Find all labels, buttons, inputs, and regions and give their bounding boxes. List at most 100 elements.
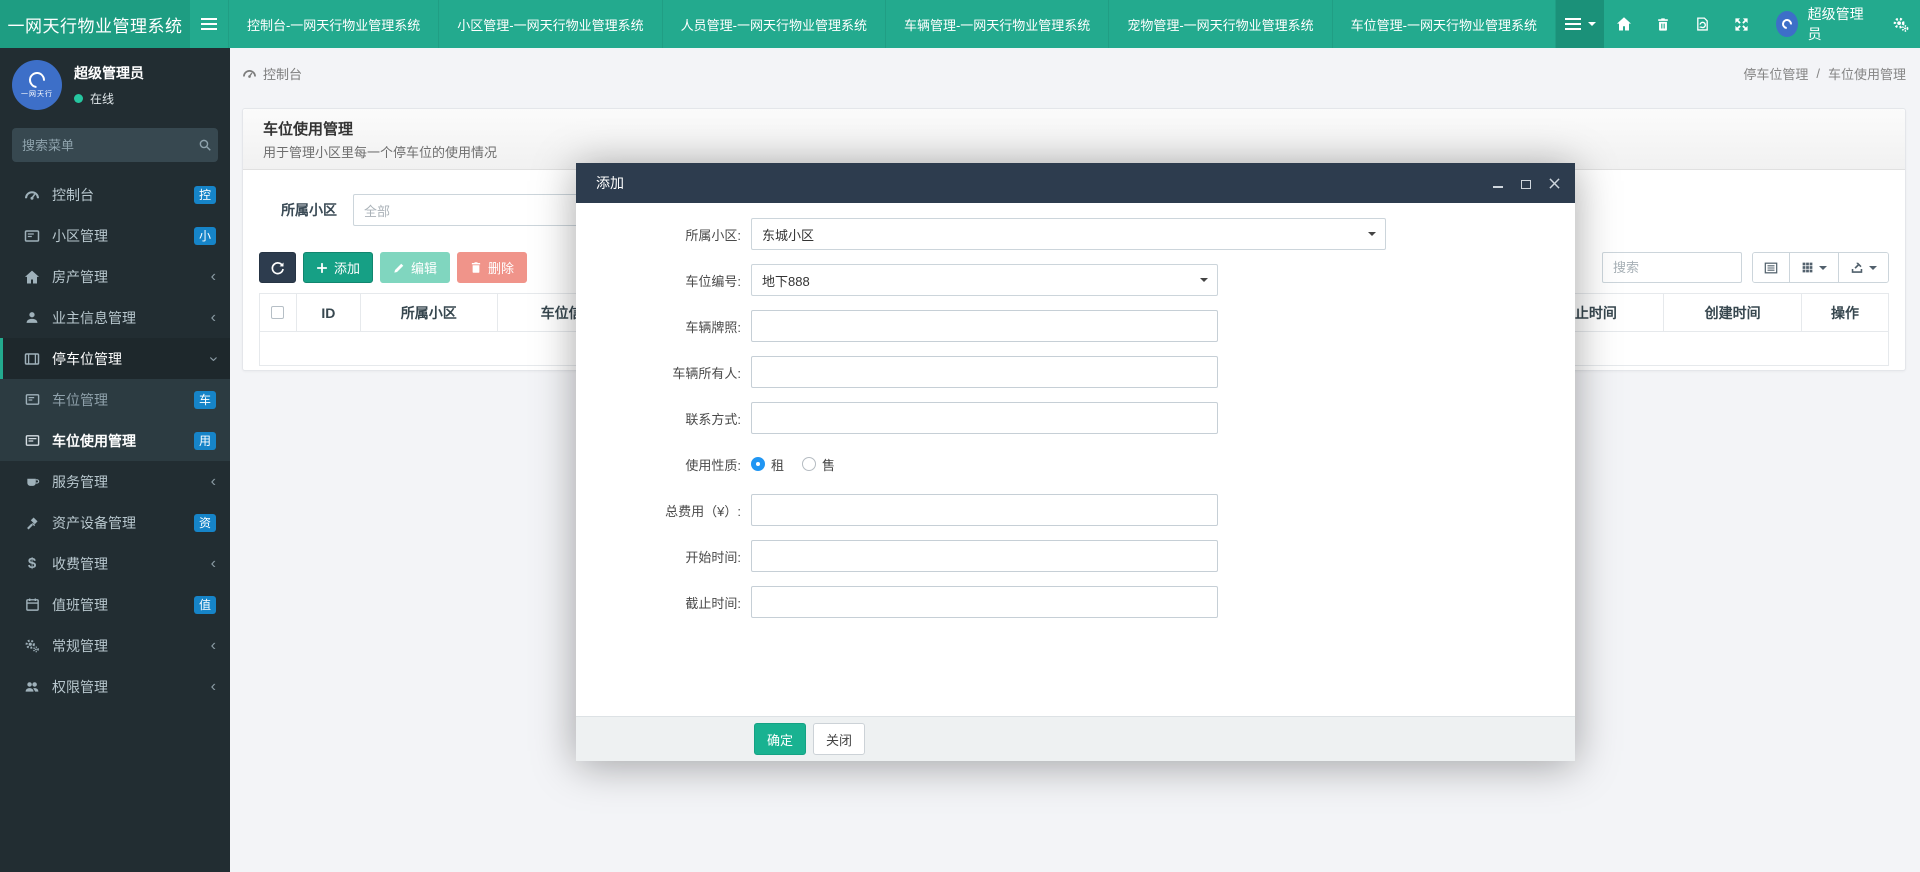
tab-pet[interactable]: 宠物管理-一网天行物业管理系统 [1108, 0, 1331, 48]
table-search-input[interactable] [1602, 252, 1742, 283]
sidebar-item-owner-info[interactable]: 业主信息管理 ‹ [0, 297, 230, 338]
table-view-buttons [1752, 252, 1889, 283]
detail-view-button[interactable] [1753, 253, 1789, 282]
page-title: 车位使用管理 [263, 118, 1889, 139]
parking-submenu: 车位管理 车 车位使用管理 用 [0, 379, 230, 461]
menu-badge: 小 [194, 227, 216, 245]
user-menu[interactable]: 超级管理员 [1762, 0, 1881, 48]
field-label-license-plate: 车辆牌照: [576, 317, 751, 336]
sidebar-item-fees[interactable]: $ 收费管理 ‹ [0, 543, 230, 584]
end-time-input[interactable] [751, 586, 1218, 618]
home-icon [1616, 16, 1632, 32]
user-status: 在线 [74, 90, 144, 107]
sidebar-item-community[interactable]: 小区管理 小 [0, 215, 230, 256]
tab-personnel[interactable]: 人员管理-一网天行物业管理系统 [662, 0, 885, 48]
start-time-input[interactable] [751, 540, 1218, 572]
sidebar-item-service[interactable]: 服务管理 ‹ [0, 461, 230, 502]
breadcrumb-section[interactable]: 停车位管理 [1743, 64, 1808, 83]
dialog-close-button[interactable]: 关闭 [813, 723, 865, 755]
user-avatar [1776, 11, 1798, 37]
status-label: 在线 [90, 90, 114, 107]
maximize-icon [1521, 180, 1531, 189]
tab-community[interactable]: 小区管理-一网天行物业管理系统 [438, 0, 661, 48]
add-dialog: 添加 所属小区: 东城小区 车位编号: 地下888 [576, 163, 1575, 761]
clear-trash-button[interactable] [1643, 0, 1682, 48]
community-filter-label: 所属小区 [281, 200, 337, 220]
tab-console[interactable]: 控制台-一网天行物业管理系统 [228, 0, 438, 48]
app-window: 一网天行物业管理系统 控制台-一网天行物业管理系统 小区管理-一网天行物业管理系… [0, 0, 1920, 872]
add-button[interactable]: 添加 [303, 252, 373, 283]
license-plate-input[interactable] [751, 310, 1218, 342]
total-fee-input[interactable] [751, 494, 1218, 526]
list-view-icon [1764, 261, 1778, 275]
app-brand[interactable]: 一网天行物业管理系统 [0, 0, 190, 48]
card-icon [24, 433, 40, 448]
space-number-select[interactable]: 地下888 [751, 264, 1218, 296]
gavel-icon [24, 515, 40, 530]
refresh-button[interactable] [259, 252, 296, 283]
breadcrumb-home[interactable]: 控制台 [263, 64, 302, 83]
column-id[interactable]: ID [297, 294, 361, 332]
chevron-left-icon: ‹ [211, 679, 216, 695]
sidebar-toggle-button[interactable] [190, 0, 228, 48]
export-icon [1850, 261, 1864, 275]
gears-icon [24, 638, 40, 654]
caret-down-icon [1869, 266, 1877, 274]
column-create-time[interactable]: 创建时间 [1664, 294, 1802, 332]
menu-badge: 用 [194, 432, 216, 450]
sidebar-item-assets[interactable]: 资产设备管理 资 [0, 502, 230, 543]
open-page-tabs: 控制台-一网天行物业管理系统 小区管理-一网天行物业管理系统 人员管理-一网天行… [228, 0, 1556, 48]
edit-button[interactable]: 编辑 [380, 252, 450, 283]
community-select[interactable]: 东城小区 [751, 218, 1386, 250]
minimize-button[interactable] [1491, 176, 1505, 190]
field-label-total-fee: 总费用（¥）: [576, 501, 751, 520]
chevron-left-icon: ‹ [211, 310, 216, 326]
usage-type-radio-group: 租 售 [751, 448, 835, 480]
contact-input[interactable] [751, 402, 1218, 434]
tab-vehicle[interactable]: 车辆管理-一网天行物业管理系统 [885, 0, 1108, 48]
sidebar-item-duty[interactable]: 值班管理 值 [0, 584, 230, 625]
breadcrumb-current: 车位使用管理 [1828, 64, 1906, 83]
usage-type-radio-sell[interactable]: 售 [802, 455, 835, 474]
sidebar-item-general[interactable]: 常规管理 ‹ [0, 625, 230, 666]
sidebar-item-parking-usage[interactable]: 车位使用管理 用 [0, 420, 230, 461]
sidebar-item-property[interactable]: 房产管理 ‹ [0, 256, 230, 297]
select-all-checkbox[interactable] [271, 306, 284, 319]
sidebar-user-panel: 一网天行 超级管理员 在线 [0, 48, 230, 120]
sidebar-item-dashboard[interactable]: 控制台 控 [0, 174, 230, 215]
radio-unchecked-icon [802, 457, 816, 471]
column-actions[interactable]: 操作 [1802, 294, 1889, 332]
settings-button[interactable] [1881, 0, 1920, 48]
avatar-brand-text: 一网天行 [21, 89, 53, 99]
expand-arrows-icon [1734, 17, 1749, 32]
sidebar-item-parking[interactable]: 停车位管理 ‹ [0, 338, 230, 379]
usage-type-radio-rent[interactable]: 租 [751, 455, 784, 474]
column-community[interactable]: 所属小区 [361, 294, 498, 332]
sidebar-item-parking-space[interactable]: 车位管理 车 [0, 379, 230, 420]
sidebar-menu: 控制台 控 小区管理 小 房产管理 ‹ 业主信息管理 ‹ 停车位管理 ‹ [0, 174, 230, 707]
maximize-button[interactable] [1519, 176, 1533, 190]
refresh-cache-button[interactable] [1683, 0, 1722, 48]
home-button[interactable] [1604, 0, 1643, 48]
user-icon [24, 310, 40, 325]
close-button[interactable] [1547, 176, 1561, 190]
tabs-list-dropdown-button[interactable] [1556, 0, 1604, 48]
gauge-icon [24, 187, 40, 203]
menu-badge: 车 [194, 391, 216, 409]
film-icon [24, 351, 40, 367]
sidebar-item-permissions[interactable]: 权限管理 ‹ [0, 666, 230, 707]
tab-parking[interactable]: 车位管理-一网天行物业管理系统 [1332, 0, 1556, 48]
menu-search-input[interactable] [22, 138, 198, 153]
fullscreen-button[interactable] [1722, 0, 1761, 48]
caret-down-icon [1200, 278, 1208, 286]
top-navbar: 一网天行物业管理系统 控制台-一网天行物业管理系统 小区管理-一网天行物业管理系… [0, 0, 1920, 48]
vehicle-owner-input[interactable] [751, 356, 1218, 388]
export-button[interactable] [1838, 253, 1888, 282]
columns-button[interactable] [1789, 253, 1838, 282]
delete-button[interactable]: 删除 [457, 252, 527, 283]
dialog-header[interactable]: 添加 [576, 163, 1575, 203]
confirm-button[interactable]: 确定 [754, 723, 806, 755]
coffee-icon [24, 474, 40, 489]
dialog-footer: 确定 关闭 [576, 716, 1575, 761]
field-label-owner: 车辆所有人: [576, 363, 751, 382]
